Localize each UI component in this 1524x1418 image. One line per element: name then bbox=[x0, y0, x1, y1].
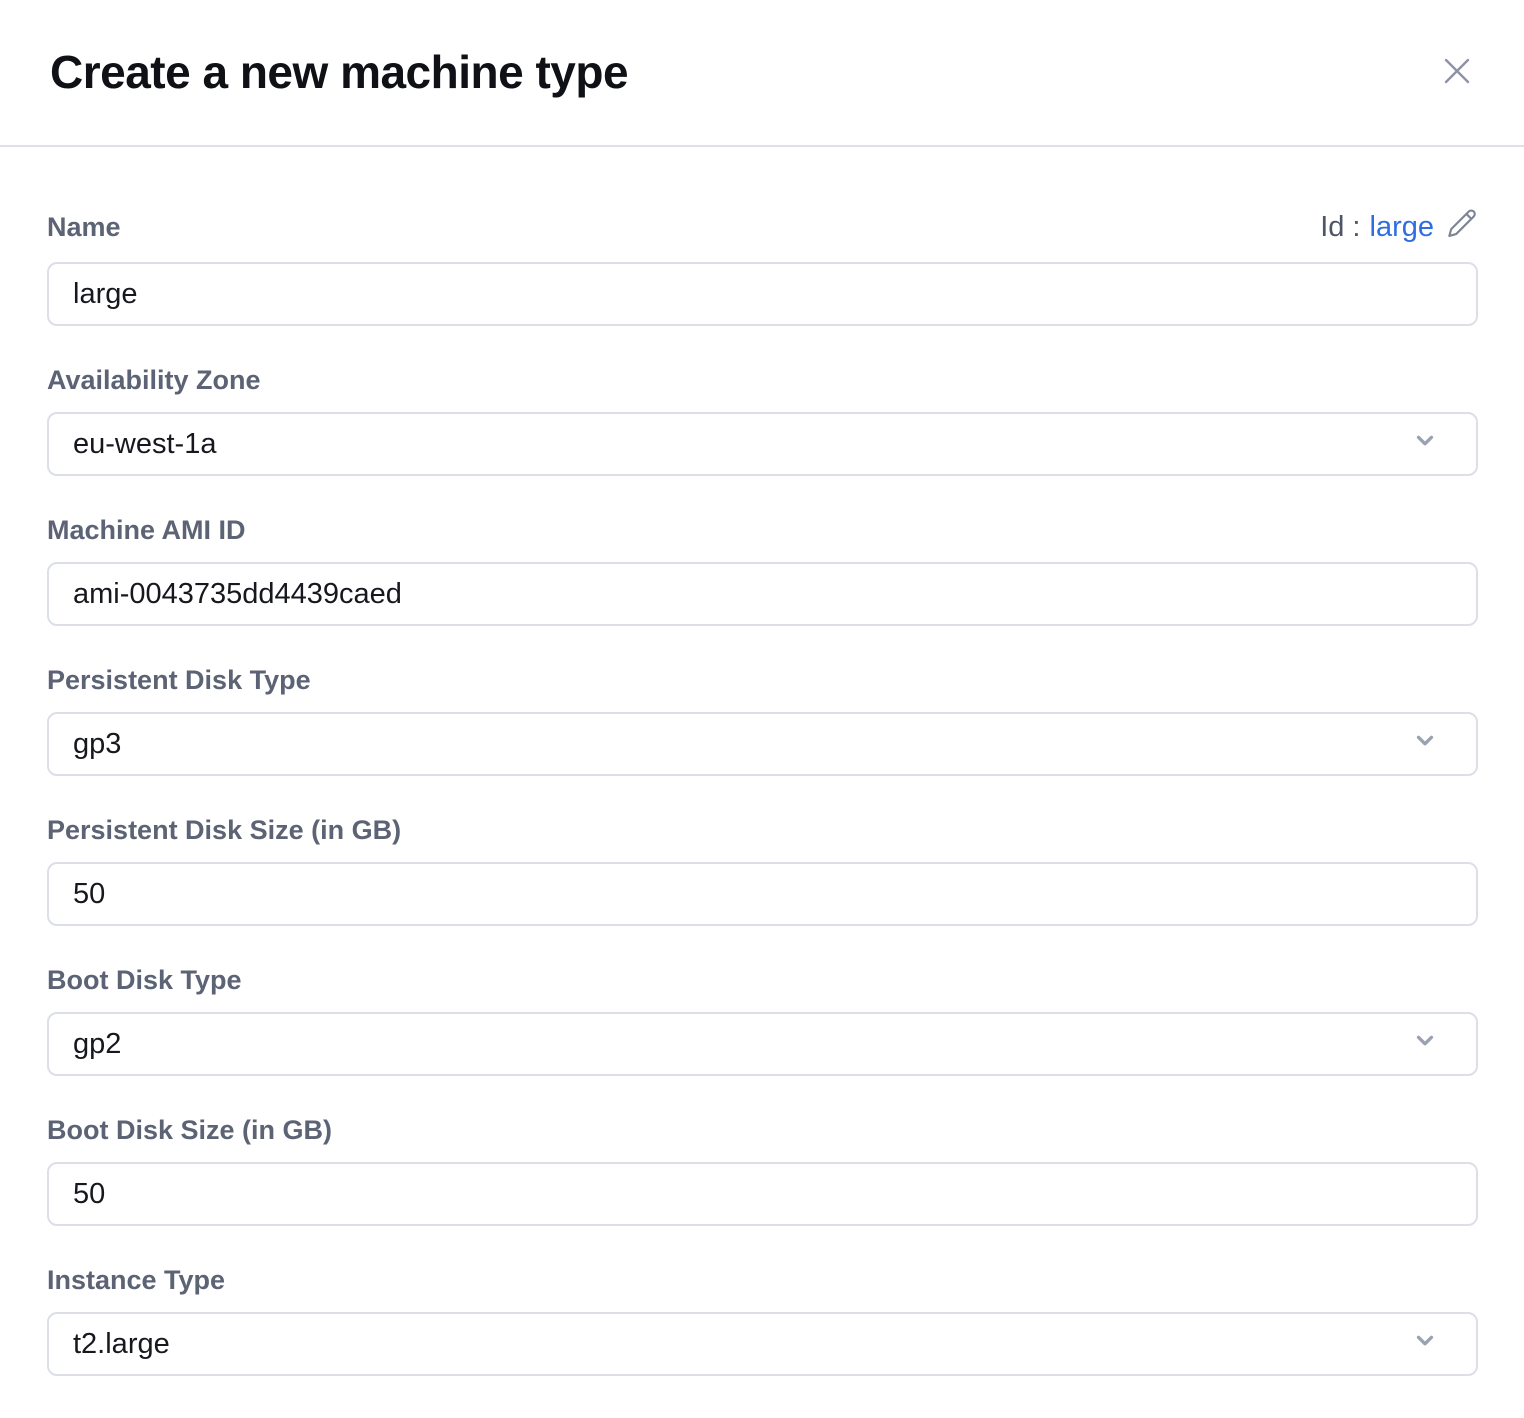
persistent-disk-type-label: Persistent Disk Type bbox=[47, 664, 311, 696]
field-group-persistent-disk-size: Persistent Disk Size (in GB) bbox=[47, 814, 1478, 926]
boot-disk-type-label: Boot Disk Type bbox=[47, 964, 242, 996]
instance-type-label: Instance Type bbox=[47, 1264, 225, 1296]
availability-zone-label: Availability Zone bbox=[47, 364, 261, 396]
pencil-icon[interactable] bbox=[1446, 207, 1478, 246]
id-display: Id : large bbox=[1320, 207, 1478, 246]
persistent-disk-size-input[interactable] bbox=[47, 862, 1478, 926]
chevron-down-icon bbox=[1412, 727, 1438, 761]
close-button[interactable] bbox=[1434, 48, 1480, 97]
availability-zone-value: eu-west-1a bbox=[73, 428, 216, 461]
close-icon bbox=[1440, 76, 1474, 91]
boot-disk-size-label: Boot Disk Size (in GB) bbox=[47, 1114, 332, 1146]
chevron-down-icon bbox=[1412, 1027, 1438, 1061]
machine-ami-id-label: Machine AMI ID bbox=[47, 514, 246, 546]
field-group-persistent-disk-type: Persistent Disk Type gp3 bbox=[47, 664, 1478, 776]
field-group-instance-type: Instance Type t2.large bbox=[47, 1264, 1478, 1376]
chevron-down-icon bbox=[1412, 427, 1438, 461]
name-label: Name bbox=[47, 211, 121, 243]
modal-body: Name Id : large Availability Zone bbox=[0, 147, 1524, 1376]
boot-disk-type-select[interactable]: gp2 bbox=[47, 1012, 1478, 1076]
field-group-availability-zone: Availability Zone eu-west-1a bbox=[47, 364, 1478, 476]
id-prefix-label: Id : bbox=[1320, 211, 1360, 243]
name-label-row: Name Id : large bbox=[47, 207, 1478, 246]
availability-zone-select[interactable]: eu-west-1a bbox=[47, 412, 1478, 476]
persistent-disk-type-select[interactable]: gp3 bbox=[47, 712, 1478, 776]
boot-disk-size-input[interactable] bbox=[47, 1162, 1478, 1226]
persistent-disk-type-value: gp3 bbox=[73, 728, 121, 761]
field-group-name: Name Id : large bbox=[47, 207, 1478, 326]
chevron-down-icon bbox=[1412, 1327, 1438, 1361]
persistent-disk-size-label: Persistent Disk Size (in GB) bbox=[47, 814, 401, 846]
field-group-boot-disk-size: Boot Disk Size (in GB) bbox=[47, 1114, 1478, 1226]
field-group-machine-ami-id: Machine AMI ID bbox=[47, 514, 1478, 626]
field-group-boot-disk-type: Boot Disk Type gp2 bbox=[47, 964, 1478, 1076]
modal-title: Create a new machine type bbox=[50, 44, 628, 100]
id-value-link[interactable]: large bbox=[1370, 211, 1435, 243]
instance-type-value: t2.large bbox=[73, 1328, 170, 1361]
name-input[interactable] bbox=[47, 262, 1478, 326]
modal-header: Create a new machine type bbox=[0, 0, 1524, 147]
boot-disk-type-value: gp2 bbox=[73, 1028, 121, 1061]
instance-type-select[interactable]: t2.large bbox=[47, 1312, 1478, 1376]
create-machine-type-modal: Create a new machine type Name Id : larg… bbox=[0, 0, 1524, 1418]
machine-ami-id-input[interactable] bbox=[47, 562, 1478, 626]
